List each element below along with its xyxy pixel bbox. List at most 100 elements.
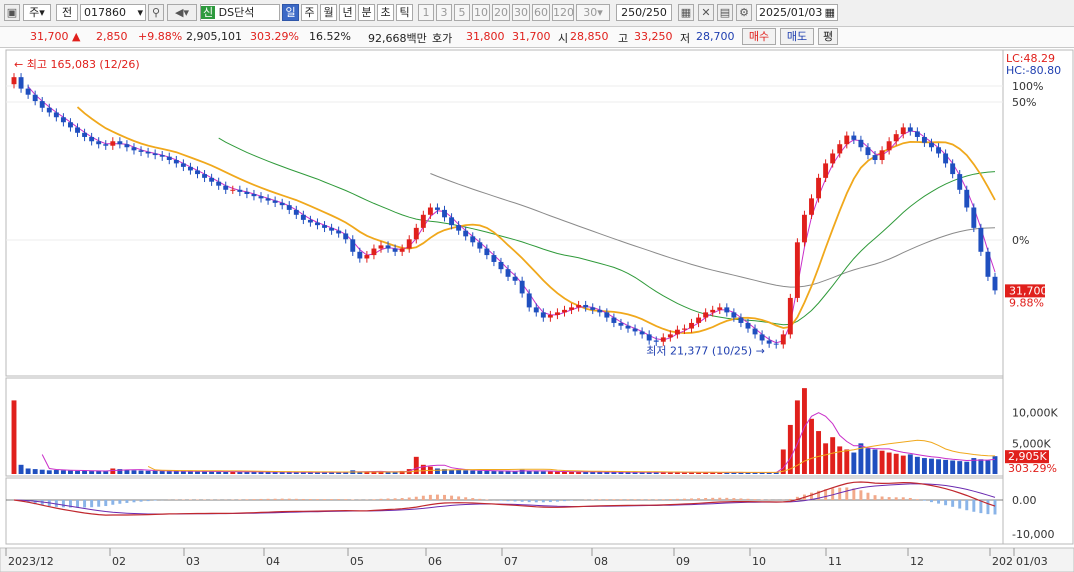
interval-10[interactable]: 10 [472, 4, 490, 21]
gear-icon[interactable]: ⚙ [736, 4, 752, 21]
price-axis-label: 0% [1012, 234, 1029, 247]
date-label: 08 [594, 555, 608, 568]
interval-30[interactable]: 30 [512, 4, 530, 21]
interval-3[interactable]: 3 [436, 4, 452, 21]
candle [865, 147, 871, 156]
candle [279, 202, 285, 206]
date-label: 04 [266, 555, 280, 568]
candle [816, 177, 822, 199]
volume-bar [562, 471, 567, 474]
interval-1[interactable]: 1 [418, 4, 434, 21]
volume-bar [498, 471, 504, 474]
volume-bar [103, 471, 109, 474]
volume-bar [872, 449, 878, 474]
candle [738, 317, 744, 323]
layout-icon[interactable]: ▣ [4, 4, 20, 21]
interval-120[interactable]: 120 [552, 4, 574, 21]
volume-bar [435, 468, 440, 474]
candle [682, 328, 687, 330]
interval-select[interactable]: 30▾ [576, 4, 610, 21]
candle [180, 163, 186, 167]
period-select[interactable]: 주▾ [23, 4, 51, 21]
macd-axis-label: 0.00 [1012, 494, 1037, 507]
candle [971, 207, 977, 228]
candle [773, 343, 779, 345]
date-field[interactable]: 2025/01/03 ▦ [756, 4, 838, 21]
grid-icon[interactable]: ▦ [678, 4, 694, 21]
candle [893, 134, 899, 142]
interval-20[interactable]: 20 [492, 4, 510, 21]
volume-bar [936, 459, 941, 474]
candle [392, 248, 398, 252]
volume-bar [921, 458, 927, 474]
volume-bar [18, 464, 24, 474]
candle [625, 325, 631, 329]
candle [413, 227, 419, 240]
candle [851, 135, 857, 140]
candle [554, 312, 560, 315]
bid2: 31,700 [512, 30, 551, 43]
volume-bar [75, 470, 80, 474]
candle [343, 233, 349, 240]
date-label: 202 [992, 555, 1013, 568]
bid-label: 호가 [432, 32, 453, 45]
candle [406, 239, 412, 249]
volume-bar [957, 461, 963, 474]
candle [378, 245, 384, 249]
ref-button[interactable]: 전 [56, 4, 78, 21]
volume-bar [830, 437, 836, 474]
candle [936, 147, 941, 154]
candle [590, 307, 596, 310]
bid1: 31,800 [466, 30, 505, 43]
calendar-icon[interactable]: ▦ [825, 5, 835, 20]
buy-button[interactable]: 매수 [742, 28, 776, 45]
eval-button[interactable]: 평 [818, 28, 838, 45]
candle [315, 222, 320, 226]
date-label: 03 [186, 555, 200, 568]
date-label: 09 [676, 555, 690, 568]
candle [653, 340, 659, 342]
candle [519, 280, 525, 294]
toolbar: ▣ 주▾ 전 017860 ▾ ⚲ ◀▾ 신 DS단석 30▾ 250/250 ▦… [0, 0, 1074, 27]
crosshair-icon[interactable]: ✕ [698, 4, 714, 21]
tab-5[interactable]: 초 [377, 4, 394, 21]
change: 2,850 [96, 30, 128, 43]
speaker-icon[interactable]: ◀▾ [167, 4, 197, 21]
tab-1[interactable]: 주 [301, 4, 318, 21]
price-chart[interactable]: 100%50%0%LC:48.29HC:-80.80← 최고 165,083 (… [0, 48, 1074, 572]
volume-bar [533, 471, 539, 474]
candle [660, 337, 666, 342]
date-label: 11 [828, 555, 842, 568]
high: 33,250 [634, 30, 673, 43]
stock-name-field[interactable]: 신 DS단석 [200, 4, 280, 21]
count-field[interactable]: 250/250 [616, 4, 672, 21]
code-input[interactable]: 017860 ▾ [80, 4, 146, 21]
candle [265, 198, 271, 201]
candle [307, 219, 313, 223]
tab-0[interactable]: 일 [282, 4, 299, 21]
tab-4[interactable]: 분 [358, 4, 375, 21]
candle [886, 141, 892, 151]
interval-5[interactable]: 5 [454, 4, 470, 21]
volume-axis-label: 10,000K [1012, 407, 1058, 420]
candle [950, 163, 956, 175]
volume-bar [837, 446, 843, 474]
tab-3[interactable]: 년 [339, 4, 356, 21]
interval-60[interactable]: 60 [532, 4, 550, 21]
tab-6[interactable]: 틱 [396, 4, 413, 21]
search-icon[interactable]: ⚲ [148, 4, 164, 21]
high-label: 고 [618, 32, 629, 45]
candle [639, 331, 645, 335]
candle [173, 160, 179, 164]
candle [745, 322, 751, 329]
tab-2[interactable]: 월 [320, 4, 337, 21]
candle [809, 198, 814, 215]
candle [322, 225, 327, 228]
volume-bar [505, 471, 511, 474]
candle [11, 77, 17, 85]
sell-button[interactable]: 매도 [780, 28, 814, 45]
volume-bar [992, 456, 998, 474]
save-icon[interactable]: ▤ [717, 4, 733, 21]
volume-bar [950, 460, 956, 474]
low-label: 저 [680, 32, 691, 45]
